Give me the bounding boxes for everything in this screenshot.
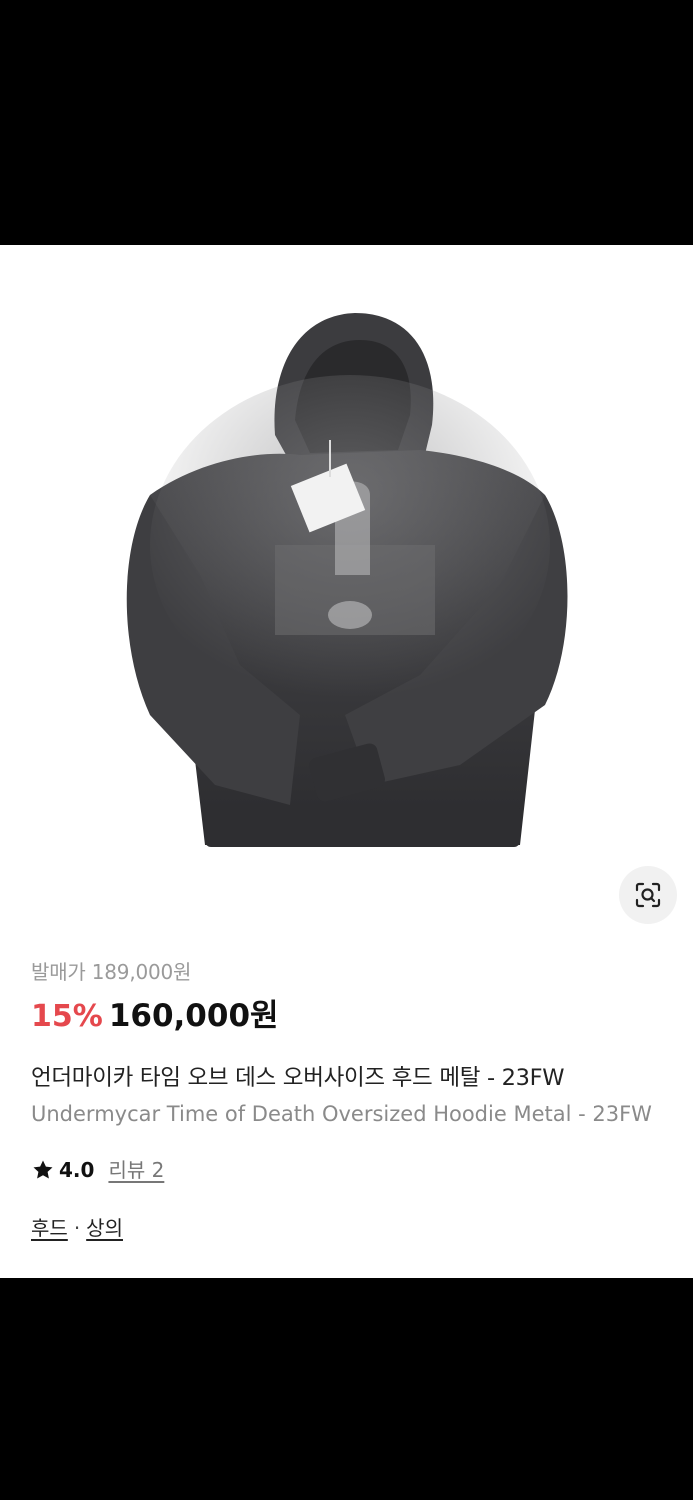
product-image[interactable]	[0, 245, 693, 945]
product-name-korean[interactable]: 언더마이카 타임 오브 데스 오버사이즈 후드 메탈 - 23FW	[31, 1061, 693, 1095]
review-count-link[interactable]: 리뷰 2	[108, 1154, 164, 1186]
category-separator: ·	[73, 1216, 81, 1240]
product-card[interactable]: 발매가 189,000원 15% 160,000원 언더마이카 타임 오브 데스 …	[0, 245, 693, 1278]
category-hoodie-link[interactable]: 후드	[31, 1216, 68, 1240]
product-info: 발매가 189,000원 15% 160,000원 언더마이카 타임 오브 데스 …	[31, 957, 693, 1244]
product-name-english[interactable]: Undermycar Time of Death Oversized Hoodi…	[31, 1098, 693, 1130]
sale-price: 160,000원	[108, 998, 279, 1034]
rating-row: 4.0 리뷰 2	[31, 1154, 693, 1186]
image-search-button[interactable]	[619, 866, 677, 924]
retail-price: 발매가 189,000원	[31, 960, 192, 984]
discount-rate: 15%	[31, 999, 103, 1034]
star-icon	[33, 1160, 53, 1179]
lens-icon	[635, 882, 661, 908]
rating-value: 4.0	[59, 1158, 95, 1182]
price-row: 15% 160,000원	[31, 995, 693, 1037]
top-black-bar	[0, 0, 693, 245]
category-row: 후드 · 상의	[31, 1212, 693, 1244]
category-top-link[interactable]: 상의	[86, 1216, 123, 1240]
bottom-black-bar	[0, 1278, 693, 1500]
